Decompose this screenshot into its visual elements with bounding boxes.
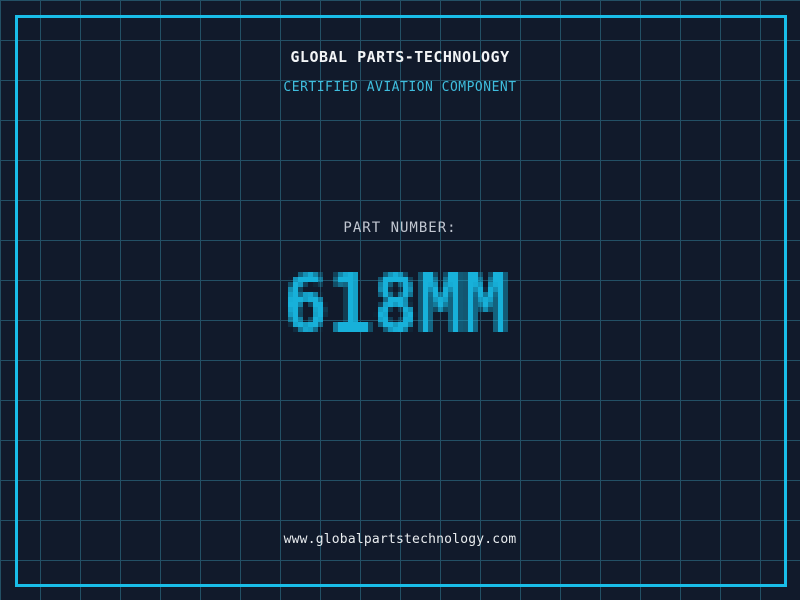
part-number-label: PART NUMBER: (343, 220, 457, 236)
part-number-value-pixelated (282, 262, 518, 342)
website-url: www.globalpartstechnology.com (283, 532, 517, 547)
company-name: GLOBAL PARTS-TECHNOLOGY (290, 48, 510, 66)
certification-tagline: CERTIFIED AVIATION COMPONENT (283, 80, 517, 95)
blueprint-background: GLOBAL PARTS-TECHNOLOGY CERTIFIED AVIATI… (0, 0, 800, 600)
part-number-display: 618MM (0, 262, 800, 342)
